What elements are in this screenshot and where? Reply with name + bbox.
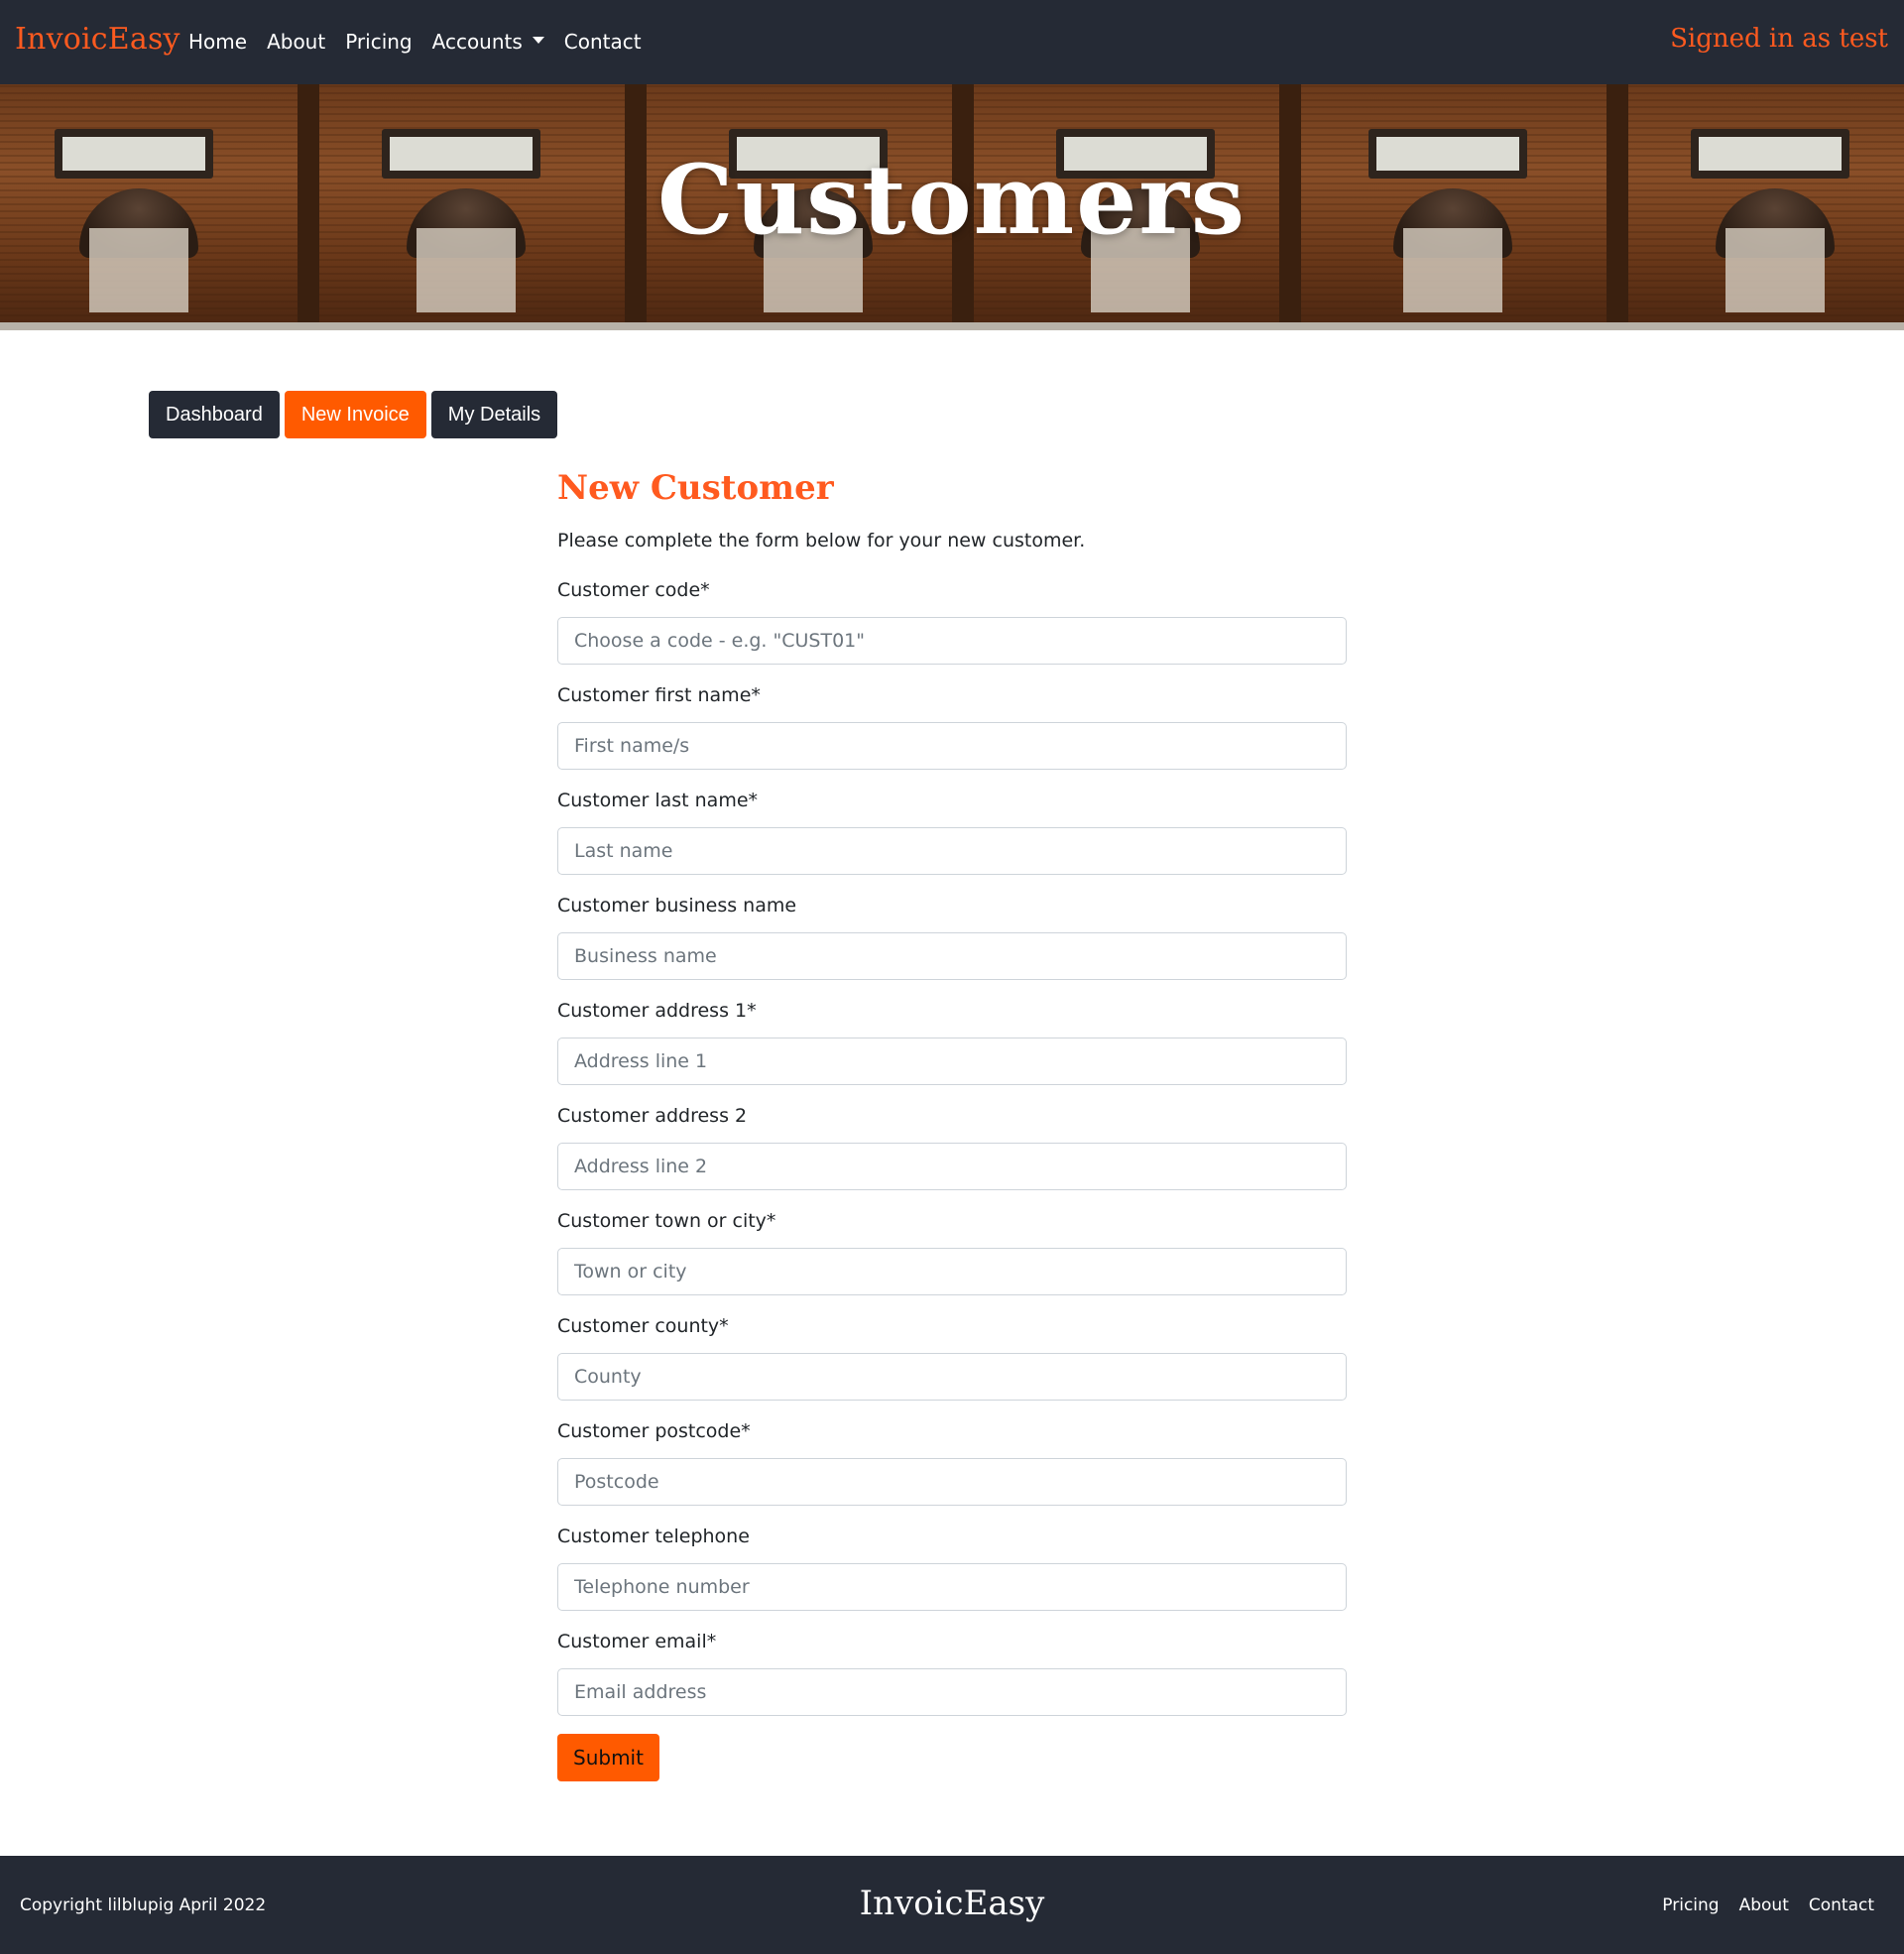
brand-logo[interactable]: InvoicEasy (15, 22, 180, 57)
footer-links: Pricing About Contact (1642, 1895, 1874, 1915)
address-1-field: Customer address 1* (557, 1000, 1347, 1085)
customer-code-input[interactable] (557, 617, 1347, 665)
caret-down-icon (532, 36, 544, 44)
last-name-field: Customer last name* (557, 790, 1347, 875)
footer-copyright: Copyright lilblupig April 2022 (20, 1895, 267, 1915)
dashboard-button[interactable]: Dashboard (149, 391, 280, 438)
submit-button[interactable]: Submit (557, 1734, 659, 1781)
nav-home-link[interactable]: Home (188, 30, 247, 54)
my-details-button[interactable]: My Details (430, 391, 558, 438)
county-label: Customer county* (557, 1315, 729, 1337)
customer-code-label: Customer code* (557, 579, 710, 601)
county-field: Customer county* (557, 1315, 1347, 1401)
telephone-field: Customer telephone (557, 1526, 1347, 1611)
footer-about-link[interactable]: About (1739, 1895, 1789, 1915)
county-input[interactable] (557, 1353, 1347, 1401)
postcode-field: Customer postcode* (557, 1420, 1347, 1506)
address-2-field: Customer address 2 (557, 1105, 1347, 1190)
footer-contact-link[interactable]: Contact (1809, 1895, 1874, 1915)
nav-links: Home About Pricing Accounts Contact (188, 30, 661, 54)
signed-in-status: Signed in as test (1670, 24, 1888, 54)
first-name-label: Customer first name* (557, 684, 761, 706)
postcode-input[interactable] (557, 1458, 1347, 1506)
town-field: Customer town or city* (557, 1210, 1347, 1295)
telephone-input[interactable] (557, 1563, 1347, 1611)
telephone-label: Customer telephone (557, 1526, 750, 1547)
form-title: New Customer (557, 468, 834, 508)
address-2-input[interactable] (557, 1143, 1347, 1190)
address-2-label: Customer address 2 (557, 1105, 748, 1127)
footer-pricing-link[interactable]: Pricing (1662, 1895, 1719, 1915)
hero-bottom-edge (0, 322, 1904, 330)
last-name-label: Customer last name* (557, 790, 759, 811)
customer-code-field: Customer code* (557, 579, 1347, 665)
email-field: Customer email* (557, 1631, 1347, 1716)
address-1-input[interactable] (557, 1038, 1347, 1085)
top-navbar: InvoicEasy Home About Pricing Accounts C… (0, 0, 1904, 84)
nav-pricing-link[interactable]: Pricing (345, 30, 412, 54)
business-name-input[interactable] (557, 932, 1347, 980)
new-invoice-button[interactable]: New Invoice (284, 391, 426, 438)
nav-about-link[interactable]: About (267, 30, 325, 54)
action-buttons: Dashboard New Invoice My Details (149, 391, 562, 438)
new-customer-form: New Customer Please complete the form be… (557, 468, 1347, 1781)
email-label: Customer email* (557, 1631, 717, 1652)
hero-banner: Customers (0, 84, 1904, 330)
form-intro: Please complete the form below for your … (557, 530, 1086, 551)
nav-accounts-label: Accounts (431, 30, 523, 54)
town-input[interactable] (557, 1248, 1347, 1295)
town-label: Customer town or city* (557, 1210, 776, 1232)
footer-brand-logo: InvoicEasy (859, 1884, 1045, 1923)
hero-title: Customers (657, 144, 1247, 256)
email-input[interactable] (557, 1668, 1347, 1716)
first-name-input[interactable] (557, 722, 1347, 770)
nav-contact-link[interactable]: Contact (564, 30, 642, 54)
postcode-label: Customer postcode* (557, 1420, 751, 1442)
first-name-field: Customer first name* (557, 684, 1347, 770)
site-footer: Copyright lilblupig April 2022 InvoicEas… (0, 1856, 1904, 1954)
last-name-input[interactable] (557, 827, 1347, 875)
nav-accounts-dropdown[interactable]: Accounts (432, 30, 544, 54)
address-1-label: Customer address 1* (557, 1000, 757, 1022)
business-name-label: Customer business name (557, 895, 797, 916)
business-name-field: Customer business name (557, 895, 1347, 980)
